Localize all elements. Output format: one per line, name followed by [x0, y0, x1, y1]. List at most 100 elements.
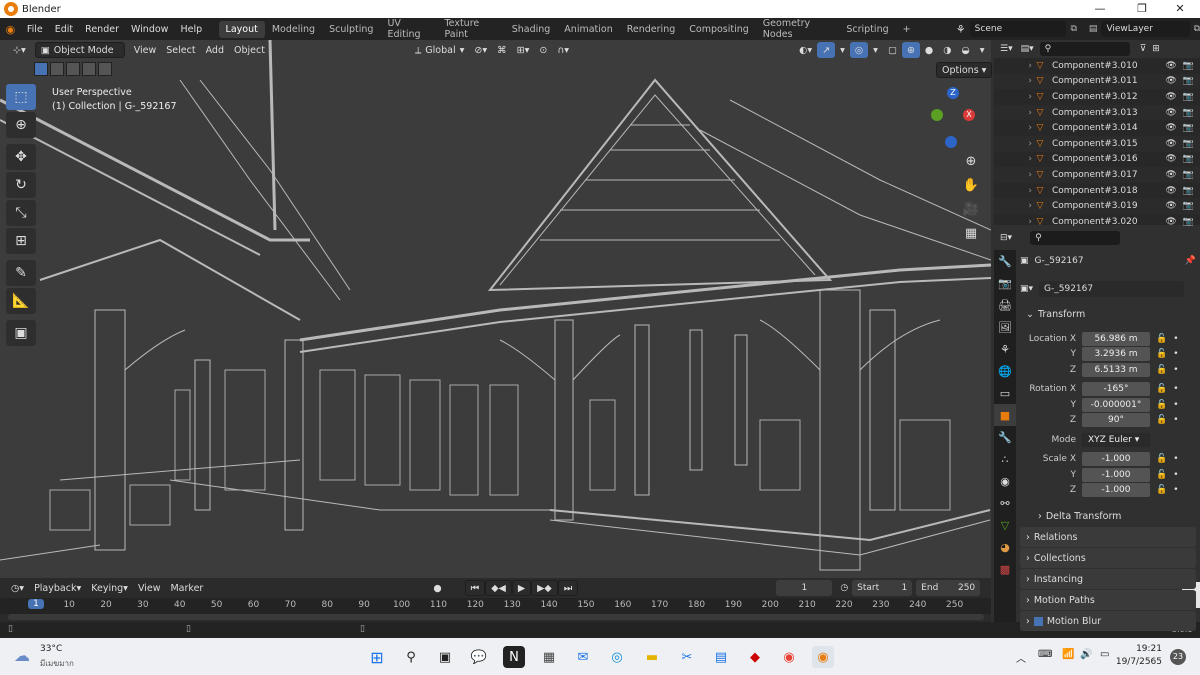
eye-icon[interactable]: 👁 [1165, 201, 1176, 211]
weather-desc[interactable]: มีเมฆมาก [40, 657, 74, 670]
store-icon[interactable]: ▤ [710, 646, 732, 668]
select-invert-icon[interactable] [82, 62, 96, 76]
camera-visibility-icon[interactable]: 📷 [1183, 217, 1194, 227]
outliner-item[interactable]: › ▽ Component#3.016 👁 📷 [994, 152, 1200, 168]
menu-object[interactable]: Object [229, 42, 270, 58]
menu-render[interactable]: Render [79, 24, 125, 35]
play-icon[interactable]: ▶ [511, 580, 532, 596]
rotate-tool-icon[interactable]: ↻ [6, 172, 36, 198]
collection-tab-icon[interactable]: ▭ [994, 382, 1016, 404]
gizmo-z-axis[interactable]: Z [947, 87, 959, 99]
expand-arrow-icon[interactable]: › [994, 170, 1032, 180]
keyframe-dot-icon[interactable]: • [1173, 415, 1178, 425]
camera-visibility-icon[interactable]: 📷 [1183, 92, 1194, 102]
navigation-gizmo[interactable]: Z X [925, 85, 980, 150]
cursor-tool-icon[interactable]: ⊕ [6, 112, 36, 138]
view-layer-tab-icon[interactable]: 🖼 [994, 316, 1016, 338]
menu-help[interactable]: Help [174, 24, 208, 35]
outliner-item[interactable]: › ▽ Component#3.012 👁 📷 [994, 89, 1200, 105]
rotation-z-field[interactable]: 90° [1082, 413, 1150, 428]
chrome-icon[interactable]: ◉ [778, 646, 800, 668]
tab-uv-editing[interactable]: UV Editing [380, 15, 437, 43]
scale-x-field[interactable]: -1.000 [1082, 452, 1150, 467]
properties-editor-icon[interactable]: ⊟▾ [1000, 233, 1012, 243]
file-explorer-icon[interactable]: ▬ [641, 646, 663, 668]
lock-icon[interactable]: 🔓 [1156, 470, 1167, 480]
pivot-icon[interactable]: ⊘▾ [469, 42, 492, 58]
eye-icon[interactable]: 👁 [1165, 123, 1176, 133]
menu-file[interactable]: File [21, 24, 49, 35]
physics-tab-icon[interactable]: ◉ [994, 470, 1016, 492]
proportional-edit-icon[interactable]: ⊙ [534, 42, 552, 58]
outliner-item[interactable]: › ▽ Component#3.014 👁 📷 [994, 120, 1200, 136]
menu-add[interactable]: Add [201, 42, 229, 58]
expand-arrow-icon[interactable]: › [994, 92, 1032, 102]
annotate-tool-icon[interactable]: ✎ [6, 260, 36, 286]
expand-arrow-icon[interactable]: › [994, 61, 1032, 71]
start-frame-field[interactable]: Start 1 [852, 580, 913, 596]
falloff-icon[interactable]: ∩▾ [552, 42, 574, 58]
shading-menu-icon[interactable]: ▾ [975, 42, 990, 58]
camera-visibility-icon[interactable]: 📷 [1183, 61, 1194, 71]
lock-icon[interactable]: 🔓 [1156, 365, 1167, 375]
lock-icon[interactable]: 🔓 [1156, 334, 1167, 344]
transform-panel-header[interactable]: ⌄ Transform [1020, 304, 1196, 324]
properties-search-input[interactable]: ⚲ [1030, 231, 1121, 245]
tab-geometry-nodes[interactable]: Geometry Nodes [756, 15, 840, 43]
scene-icon[interactable]: ⚘ [956, 23, 966, 36]
tab-layout[interactable]: Layout [218, 20, 265, 38]
camera-visibility-icon[interactable]: 📷 [1183, 139, 1194, 149]
keyframe-dot-icon[interactable]: • [1173, 365, 1178, 375]
eye-icon[interactable]: 👁 [1165, 217, 1176, 227]
solid-shading-icon[interactable]: ● [920, 42, 938, 58]
minimize-button[interactable]: — [1080, 0, 1120, 18]
snipping-tool-icon[interactable]: ✂ [676, 646, 698, 668]
material-tab-icon[interactable]: ◕ [994, 536, 1016, 558]
menu-window[interactable]: Window [125, 24, 174, 35]
timeline-scrollbar[interactable] [8, 614, 984, 620]
outliner-item[interactable]: › ▽ Component#3.019 👁 📷 [994, 198, 1200, 214]
menu-keying[interactable]: Keying ▾ [86, 580, 133, 596]
expand-arrow-icon[interactable]: › [994, 201, 1032, 211]
gizmo-y-axis[interactable] [931, 109, 943, 121]
scene-tab-icon[interactable]: ⚘ [994, 338, 1016, 360]
prev-keyframe-icon[interactable]: ◆◀ [485, 580, 512, 596]
end-frame-field[interactable]: End 250 [916, 580, 981, 596]
menu-timeline-view[interactable]: View [133, 580, 166, 596]
eye-icon[interactable]: 👁 [1165, 61, 1176, 71]
add-workspace-button[interactable]: + [896, 21, 918, 38]
search-icon[interactable]: ⚲ [400, 646, 422, 668]
blender-taskbar-icon[interactable]: ◉ [812, 646, 834, 668]
eye-icon[interactable]: 👁 [1165, 92, 1176, 102]
measure-tool-icon[interactable]: 📐 [6, 288, 36, 314]
new-collection-icon[interactable]: ⊞ [1152, 44, 1160, 54]
tool-tab-icon[interactable]: 🔧 [994, 250, 1016, 272]
rendered-shading-icon[interactable]: ◒ [957, 42, 975, 58]
expand-arrow-icon[interactable]: › [994, 154, 1032, 164]
lock-icon[interactable]: 🔓 [1156, 485, 1167, 495]
mail-icon[interactable]: ✉ [572, 646, 594, 668]
clock-time[interactable]: 19:21 [1122, 644, 1162, 654]
notification-badge[interactable]: 23 [1170, 649, 1186, 665]
collections-panel-header[interactable]: › Collections [1020, 548, 1196, 568]
pan-hand-icon[interactable]: ✋ [960, 174, 982, 196]
expand-arrow-icon[interactable]: › [994, 123, 1032, 133]
next-keyframe-icon[interactable]: ▶◆ [531, 580, 558, 596]
camera-visibility-icon[interactable]: 📷 [1183, 76, 1194, 86]
location-y-field[interactable]: 3.2936 m [1082, 347, 1150, 362]
eye-icon[interactable]: 👁 [1165, 108, 1176, 118]
task-view-icon[interactable]: ▣ [434, 646, 456, 668]
overlays-toggle-icon[interactable]: ◎ [849, 42, 869, 58]
keyframe-dot-icon[interactable]: • [1173, 349, 1178, 359]
eye-icon[interactable]: 👁 [1165, 139, 1176, 149]
motion-paths-panel-header[interactable]: › Motion Paths [1020, 590, 1196, 610]
camera-visibility-icon[interactable]: 📷 [1183, 108, 1194, 118]
filter-icon[interactable]: ⊽ [1140, 44, 1147, 54]
eye-icon[interactable]: 👁 [1165, 186, 1176, 196]
camera-visibility-icon[interactable]: 📷 [1183, 201, 1194, 211]
expand-arrow-icon[interactable]: › [994, 186, 1032, 196]
clock-icon[interactable]: ◷ [840, 583, 848, 593]
outliner-search-input[interactable]: ⚲ [1039, 42, 1130, 56]
current-frame-field[interactable]: 1 [776, 580, 833, 596]
xray-icon[interactable]: ▢ [883, 42, 902, 58]
